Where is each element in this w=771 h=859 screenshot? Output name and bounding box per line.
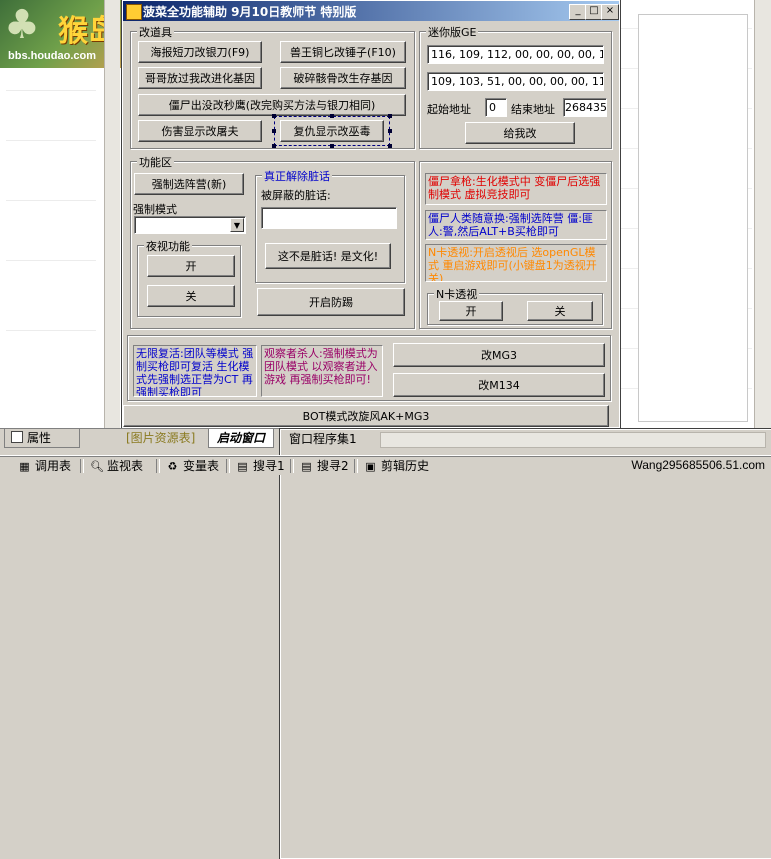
resize-handle[interactable] — [388, 144, 392, 148]
clipboard-icon: ▣ — [365, 460, 376, 473]
tree-scrollbar[interactable] — [104, 0, 120, 428]
night-vision-off-button[interactable]: 关 — [147, 285, 235, 307]
observer-note: 观察者杀人:强制模式为团队模式 以观察者进入游戏 再强制买枪即可! — [261, 345, 383, 397]
form-title: 菠菜全功能辅助 9月10日教师节 特别版 — [143, 5, 357, 19]
revenge-to-voodoo-button[interactable]: 复仇显示改巫毒 — [280, 120, 384, 142]
resize-handle[interactable] — [388, 114, 392, 118]
bot-mode-button[interactable]: BOT模式改旋风AK+MG3 — [123, 405, 609, 427]
status-separator — [80, 459, 84, 473]
damage-to-butcher-button[interactable]: 伤害显示改屠夫 — [138, 120, 262, 142]
status-bar: ▦ 调用表 🔍︎ 监视表 ♻ 变量表 ▤ 搜寻1 ▤ 搜寻2 ▣ 剪辑历史 Wang2956… — [0, 455, 771, 475]
form-titlebar[interactable]: 菠菜全功能辅助 9月10日教师节 特别版 _ □ × — [123, 1, 619, 21]
list-icon: ▤ — [301, 460, 312, 473]
survival-gene-button[interactable]: 破碎骸骨改生存基因 — [280, 67, 406, 89]
variable-table-label: 变量表 — [183, 459, 220, 473]
resize-handle[interactable] — [272, 129, 276, 133]
editor-hscrollbar[interactable] — [380, 432, 766, 448]
dagger-to-hammer-button[interactable]: 兽王铜匕改锤子(F10) — [280, 41, 406, 63]
list-icon: ▤ — [237, 460, 248, 473]
app-icon — [126, 4, 142, 20]
palm-tree-icon: ♣ — [4, 2, 40, 48]
unban-profanity-label: 真正解除脏话 — [262, 168, 332, 184]
tree-divider — [6, 200, 96, 201]
force-camp-button[interactable]: 强制选阵营(新) — [134, 173, 244, 195]
status-watermark: Wang295685506.51.com — [631, 458, 765, 472]
culture-button[interactable]: 这不是脏话! 是文化! — [265, 243, 391, 269]
status-separator — [290, 459, 294, 473]
editor-tabs-bar: 属性 [图片资源表] 启动窗口 窗口程序集1 — [0, 428, 771, 859]
resize-handle[interactable] — [330, 114, 334, 118]
call-table-label: 调用表 — [35, 459, 72, 473]
form-window: 菠菜全功能辅助 9月10日教师节 特别版 _ □ × 改道具 海报短刀改银刀(F… — [121, 0, 621, 429]
byte-pattern-field-1[interactable]: 116, 109, 112, 00, 00, 00, 00, 11 — [427, 45, 604, 64]
revive-note: 无限复活:团队等模式 强制买枪即可复活 生化模式先强制选正营为CT 再强制买枪即… — [133, 345, 257, 397]
mini-ge-group-label: 迷你版GE — [426, 24, 479, 40]
design-canvas — [638, 14, 748, 422]
end-address-label: 结束地址 — [511, 103, 555, 116]
resize-handle[interactable] — [388, 129, 392, 133]
ncard-group-label: N卡透视 — [434, 286, 480, 302]
watch-table-button[interactable]: 🔍︎ 监视表 — [86, 458, 143, 474]
function-group-label: 功能区 — [137, 154, 174, 170]
start-address-label: 起始地址 — [427, 103, 471, 116]
start-address-field[interactable]: 0 — [485, 98, 507, 117]
tab-properties[interactable]: 属性 — [4, 429, 80, 448]
variable-table-button[interactable]: ♻ 变量表 — [162, 458, 219, 474]
night-vision-label: 夜视功能 — [144, 238, 192, 254]
design-vscrollbar[interactable] — [754, 0, 771, 428]
tab-properties-label: 属性 — [27, 431, 52, 445]
zombie-to-eagle-button[interactable]: 僵尸出没改秒鹰(改完购买方法与银刀相同) — [138, 94, 406, 116]
force-mode-label: 强制模式 — [133, 203, 177, 216]
close-button[interactable]: × — [601, 4, 619, 20]
magnifier-icon: 🔍︎ — [90, 460, 104, 473]
search2-button[interactable]: ▤ 搜寻2 — [296, 458, 349, 474]
ncard-on-button[interactable]: 开 — [439, 301, 503, 321]
change-m134-button[interactable]: 改M134 — [393, 373, 605, 397]
night-vision-on-button[interactable]: 开 — [147, 255, 235, 277]
logo-url: bbs.houdao.com — [8, 50, 96, 62]
call-table-button[interactable]: ▦ 调用表 — [14, 458, 71, 474]
search1-label: 搜寻1 — [253, 459, 285, 473]
tree-divider — [6, 140, 96, 141]
design-canvas-area — [620, 0, 771, 428]
byte-pattern-field-2[interactable]: 109, 103, 51, 00, 00, 00, 00, 11 — [427, 72, 604, 91]
watch-table-label: 监视表 — [107, 459, 144, 473]
force-mode-select[interactable]: ▼ — [134, 216, 246, 234]
status-separator — [226, 459, 230, 473]
blocked-words-label: 被屏蔽的脏话: — [261, 189, 331, 202]
ncard-off-button[interactable]: 关 — [527, 301, 593, 321]
end-address-field[interactable]: 2684354 — [563, 98, 607, 117]
knife-to-silver-button[interactable]: 海报短刀改银刀(F9) — [138, 41, 262, 63]
ncard-note: N卡透视:开启透视后 选openGL模式 重启游戏即可(小键盘1为透视开关) — [425, 244, 607, 282]
tree-divider — [6, 260, 96, 261]
change-mg3-button[interactable]: 改MG3 — [393, 343, 605, 367]
tab-image-resources[interactable]: [图片资源表] — [118, 429, 203, 447]
blocked-words-field[interactable] — [261, 207, 397, 229]
resize-handle[interactable] — [272, 114, 276, 118]
chevron-down-icon[interactable]: ▼ — [230, 218, 244, 232]
evolution-gene-button[interactable]: 哥哥放过我改进化基因 — [138, 67, 262, 89]
tree-divider — [6, 330, 96, 331]
status-separator — [156, 459, 160, 473]
anti-kick-button[interactable]: 开启防踢 — [257, 288, 405, 316]
variable-icon: ♻ — [167, 460, 178, 473]
tab-window-module[interactable]: 窗口程序集1 — [279, 428, 771, 859]
zombie-gun-note: 僵尸拿枪:生化模式中 变僵尸后选强制模式 虚拟竞技即可 — [425, 173, 607, 205]
clip-history-label: 剪辑历史 — [381, 459, 430, 473]
status-separator — [354, 459, 358, 473]
clip-history-button[interactable]: ▣ 剪辑历史 — [360, 458, 429, 474]
search1-button[interactable]: ▤ 搜寻1 — [232, 458, 285, 474]
camp-switch-note: 僵尸人类随意换:强制选阵营 僵:匪 人:警,然后ALT+B买枪即可 — [425, 210, 607, 240]
search2-label: 搜寻2 — [317, 459, 349, 473]
tab-startup-window[interactable]: 启动窗口 — [208, 429, 275, 448]
resize-handle[interactable] — [330, 144, 334, 148]
project-tree-panel: ♣ 猴岛 bbs.houdao.com — [0, 0, 122, 428]
apply-patch-button[interactable]: 给我改 — [465, 122, 575, 144]
grid-icon: ▦ — [19, 460, 30, 473]
resize-handle[interactable] — [272, 144, 276, 148]
tree-divider — [6, 90, 96, 91]
tools-group-label: 改道具 — [137, 24, 174, 40]
properties-icon — [11, 431, 23, 443]
